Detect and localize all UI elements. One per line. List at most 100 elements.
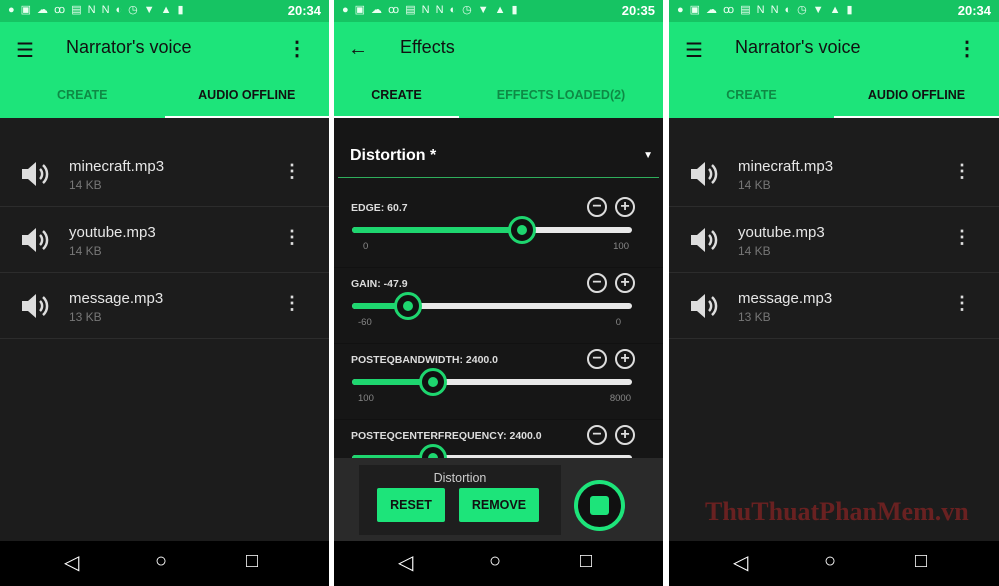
status-time: 20:35 (621, 3, 655, 18)
minus-icon[interactable]: − (587, 273, 607, 293)
plus-icon[interactable]: + (615, 273, 635, 293)
back-icon[interactable]: ◁ (733, 550, 748, 575)
list-item[interactable]: message.mp3 13 KB ⋮ (669, 273, 999, 339)
status-time: 20:34 (287, 3, 321, 18)
back-arrow-icon[interactable]: ← (348, 38, 368, 61)
recents-icon[interactable]: □ (915, 550, 927, 573)
file-name: youtube.mp3 (69, 224, 156, 241)
status-bar: ●▣☁ꝏ▤NN◐◷▼▲▮ 20:34 (669, 0, 999, 22)
effect-bottom-sheet: Distortion RESET REMOVE (334, 458, 663, 541)
list-item[interactable]: minecraft.mp3 14 KB ⋮ (669, 141, 999, 207)
item-menu-icon[interactable]: ⋮ (953, 161, 971, 182)
plus-icon[interactable]: + (615, 197, 635, 217)
file-name: minecraft.mp3 (738, 158, 834, 175)
speaker-icon (22, 162, 49, 186)
slider-track[interactable] (352, 216, 632, 244)
tab-audio-offline[interactable]: AUDIO OFFLINE (834, 80, 999, 118)
item-menu-icon[interactable]: ⋮ (953, 293, 971, 314)
back-icon[interactable]: ◁ (64, 550, 79, 575)
slider-gain: GAIN: -47.9 − + -60 0 (334, 268, 663, 344)
nav-bar: ◁ ○ □ (334, 541, 663, 586)
page-title: Narrator's voice (735, 37, 861, 57)
effect-controls: Distortion RESET REMOVE (359, 465, 561, 535)
slider-label: GAIN: -47.9 (351, 278, 408, 290)
overflow-menu-icon[interactable]: ⋮ (287, 36, 307, 61)
speaker-icon (22, 228, 49, 252)
page-title: Effects (400, 37, 455, 57)
home-icon[interactable]: ○ (824, 550, 836, 573)
tab-audio-offline[interactable]: AUDIO OFFLINE (164, 80, 330, 118)
slider-track[interactable] (352, 368, 632, 396)
item-menu-icon[interactable]: ⋮ (283, 227, 301, 248)
hamburger-menu-icon[interactable]: ☰ (16, 38, 34, 63)
speaker-icon (691, 228, 718, 252)
reset-button[interactable]: RESET (377, 488, 445, 522)
slider-label: POSTEQCENTERFREQUENCY: 2400.0 (351, 430, 542, 442)
file-size: 14 KB (738, 244, 771, 258)
home-icon[interactable]: ○ (489, 550, 501, 573)
effect-caption: Distortion (433, 471, 487, 485)
effect-dropdown[interactable]: Distortion * (350, 147, 436, 165)
file-name: youtube.mp3 (738, 224, 825, 241)
file-size: 13 KB (738, 310, 771, 324)
file-size: 13 KB (69, 310, 102, 324)
notification-icons: ●▣☁ꝏ▤NN◐◷▼▲▮ (342, 4, 524, 16)
speaker-icon (691, 294, 718, 318)
status-bar: ●▣☁ꝏ▤NN◐◷▼▲▮ 20:34 (0, 0, 329, 22)
slider-label: EDGE: 60.7 (351, 202, 408, 214)
nav-bar: ◁ ○ □ (0, 541, 329, 586)
home-icon[interactable]: ○ (155, 550, 167, 573)
plus-icon[interactable]: + (615, 349, 635, 369)
file-name: minecraft.mp3 (69, 158, 165, 175)
speaker-icon (691, 162, 718, 186)
list-item[interactable]: message.mp3 13 KB ⋮ (0, 273, 329, 339)
hamburger-menu-icon[interactable]: ☰ (685, 38, 703, 63)
tab-create[interactable]: CREATE (334, 80, 460, 118)
app-bar: ☰ Narrator's voice ⋮ CREATE AUDIO OFFLIN… (0, 22, 329, 118)
dropdown-underline (338, 177, 659, 178)
tab-create[interactable]: CREATE (0, 80, 165, 118)
slider-track[interactable] (352, 292, 632, 320)
item-menu-icon[interactable]: ⋮ (953, 227, 971, 248)
slider-min: 0 (363, 241, 369, 252)
page-title: Narrator's voice (66, 37, 192, 57)
app-bar: ☰ Narrator's voice ⋮ CREATE AUDIO OFFLIN… (669, 22, 999, 118)
minus-icon[interactable]: − (587, 425, 607, 445)
status-bar: ●▣☁ꝏ▤NN◐◷▼▲▮ 20:35 (334, 0, 663, 22)
slider-edge: EDGE: 60.7 − +0 100 (334, 192, 663, 268)
file-name: message.mp3 (738, 290, 833, 307)
file-size: 14 KB (69, 244, 102, 258)
tab-create[interactable]: CREATE (669, 80, 834, 118)
file-size: 14 KB (69, 178, 102, 192)
remove-button[interactable]: REMOVE (459, 488, 539, 522)
file-size: 14 KB (738, 178, 771, 192)
status-time: 20:34 (957, 3, 991, 18)
tab-effects-loaded[interactable]: EFFECTS LOADED(2) (459, 80, 663, 118)
panel-effects: ●▣☁ꝏ▤NN◐◷▼▲▮ 20:35 ← Effects CREATE EFFEC… (334, 0, 663, 586)
watermark: ThuThuatPhanMem.vn (705, 497, 969, 526)
item-menu-icon[interactable]: ⋮ (283, 161, 301, 182)
plus-icon[interactable]: + (615, 425, 635, 445)
back-icon[interactable]: ◁ (398, 550, 413, 575)
minus-icon[interactable]: − (587, 197, 607, 217)
recents-icon[interactable]: □ (246, 550, 258, 573)
overflow-menu-icon[interactable]: ⋮ (957, 36, 977, 61)
slider-posteqbandwidth: POSTEQBANDWIDTH: 2400.0 − +100 8000 (334, 344, 663, 420)
notification-icons: ●▣☁ꝏ▤NN◐◷▼▲▮ (8, 4, 190, 16)
list-item[interactable]: minecraft.mp3 14 KB ⋮ (0, 141, 329, 207)
dropdown-arrow-icon[interactable]: ▼ (643, 150, 653, 161)
slider-min: 100 (358, 393, 374, 404)
slider-thumb[interactable] (419, 368, 448, 396)
list-item[interactable]: youtube.mp3 14 KB ⋮ (669, 207, 999, 273)
slider-max: 0 (615, 317, 621, 328)
slider-thumb[interactable] (394, 292, 422, 320)
nav-bar: ◁ ○ □ (669, 541, 999, 586)
list-item[interactable]: youtube.mp3 14 KB ⋮ (0, 207, 329, 273)
minus-icon[interactable]: − (587, 349, 607, 369)
speaker-icon (22, 294, 49, 318)
stop-button[interactable] (574, 480, 625, 531)
recents-icon[interactable]: □ (580, 550, 592, 573)
slider-thumb[interactable] (507, 216, 536, 244)
file-name: message.mp3 (69, 290, 164, 307)
item-menu-icon[interactable]: ⋮ (283, 293, 301, 314)
